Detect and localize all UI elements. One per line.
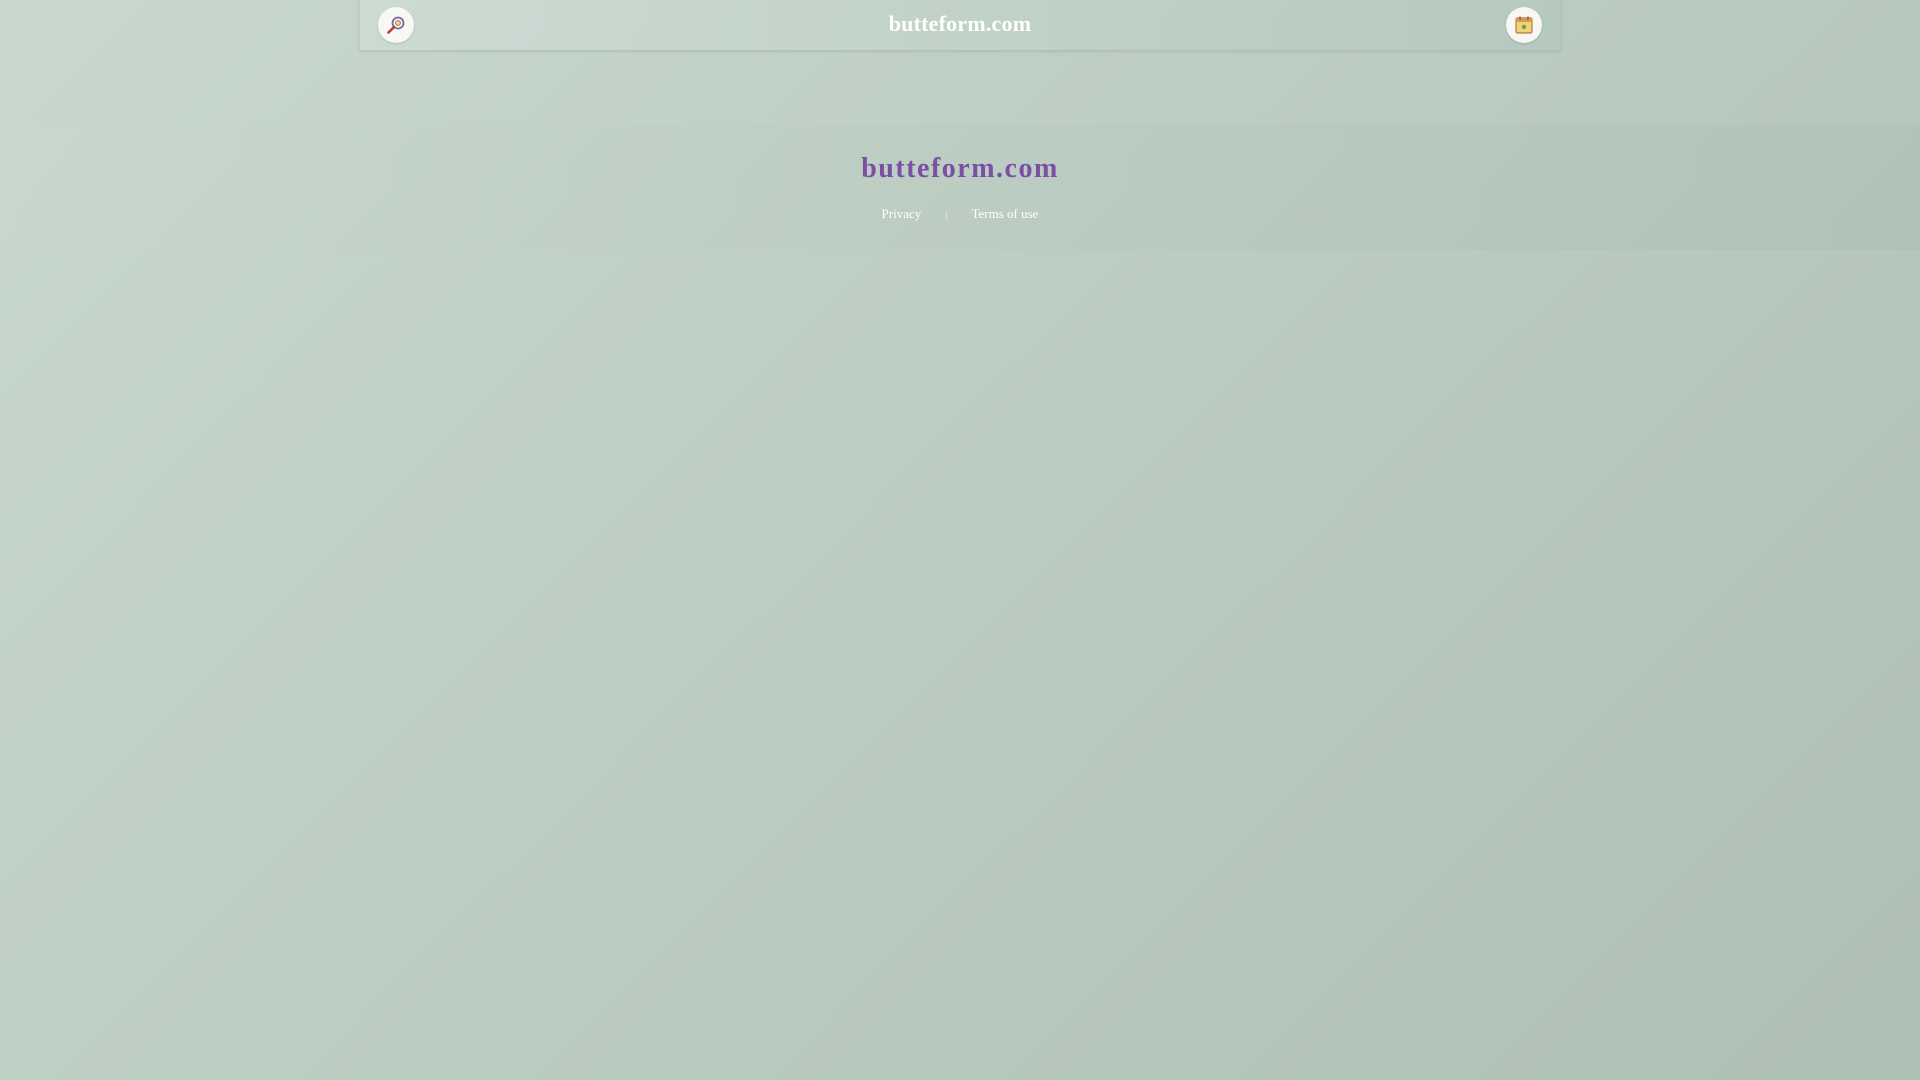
top-bar: butteform.com [360,0,1560,50]
calendar-icon[interactable] [1506,7,1542,43]
hero-band [0,125,1920,250]
link-separator: | [945,208,948,220]
privacy-link[interactable]: Privacy [882,206,922,222]
legal-links: Privacy | Terms of use [0,206,1920,222]
header-title: butteform.com [888,11,1032,36]
site-name-heading: butteform.com [861,153,1059,184]
terms-of-use-link[interactable]: Terms of use [971,206,1038,222]
